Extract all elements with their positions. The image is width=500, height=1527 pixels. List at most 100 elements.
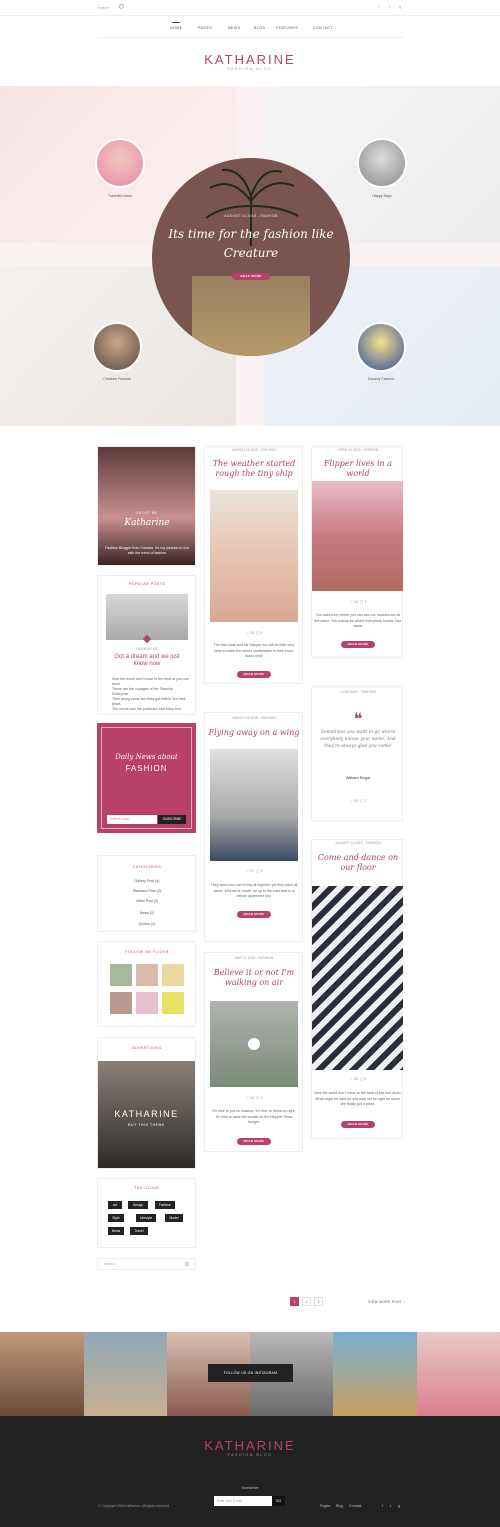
hero-thumb-image[interactable]: [357, 138, 407, 188]
facebook-icon[interactable]: f: [382, 1504, 383, 1508]
post-title[interactable]: Believe it or not I'm walking on air: [208, 968, 300, 988]
footer: KATHARINE FASHION BLOG © Copyright 2016 …: [0, 1416, 500, 1527]
nav-features[interactable]: FEATURES: [276, 26, 298, 30]
hero-thumb-caption[interactable]: Travelled down: [90, 194, 150, 198]
category-link[interactable]: Gallery Post (4): [98, 879, 196, 883]
footer-email-input[interactable]: Enter Your E-mail: [214, 1496, 272, 1506]
widget-title: CATEGORIES: [132, 865, 162, 869]
category-link[interactable]: Quotes (2): [98, 922, 196, 926]
tag-link[interactable]: Model: [165, 1214, 183, 1222]
nav-blog[interactable]: BLOG: [254, 26, 266, 30]
nav-news[interactable]: NEWS: [228, 26, 240, 30]
tag-link[interactable]: Travel: [130, 1227, 148, 1235]
view-more-link[interactable]: VIEW MORE POST ›: [368, 1300, 405, 1304]
ad-banner[interactable]: KATHARINE BUY THIS THEME: [98, 1061, 195, 1168]
hero-thumb-caption[interactable]: Creators Fashion: [87, 377, 147, 381]
post-title[interactable]: Flying away on a wing: [208, 728, 300, 738]
search-icon[interactable]: [119, 4, 124, 9]
quote-icon: ❝: [353, 709, 363, 728]
instagram-photo[interactable]: [417, 1332, 500, 1416]
footer-link-blog[interactable]: Blog: [336, 1504, 343, 1508]
hero-thumb-image[interactable]: [95, 138, 145, 188]
footer-logo-text-1: KAT: [204, 1438, 235, 1453]
about-me-widget: ABOUT ME Katharine Fashion Blogger from …: [97, 446, 196, 566]
read-more-button[interactable]: READ MORE: [341, 641, 375, 648]
post-excerpt: You wanna be where you can see our troub…: [314, 613, 402, 628]
footer-logo[interactable]: KATHARINE: [0, 1438, 500, 1453]
read-more-button[interactable]: READ MORE: [237, 911, 271, 918]
post-title[interactable]: Flipper lives in a world: [312, 459, 404, 479]
main-nav: HOME PAGES NEWS BLOG FEATURES CONTACT: [0, 26, 500, 34]
popular-post-image[interactable]: [106, 594, 188, 640]
tag-link[interactable]: Style: [108, 1214, 124, 1222]
hero-read-more-button[interactable]: READ MORE: [232, 273, 270, 280]
post-title[interactable]: Come and dance on our floor: [312, 853, 404, 873]
hero-featured-post[interactable]: AUGUST 14 2015 - FASHION Its time for th…: [152, 158, 350, 356]
popular-post-title[interactable]: Got a dream and we just know now: [108, 654, 186, 668]
popular-list-item[interactable]: These are the voyages of the Starship En…: [112, 687, 190, 697]
post-title[interactable]: The weather started rough the tiny ship: [208, 459, 300, 479]
facebook-icon[interactable]: f: [378, 4, 379, 9]
logo-text-1: KAT: [204, 52, 235, 67]
post-image[interactable]: [210, 490, 298, 622]
flickr-photo[interactable]: [162, 964, 184, 986]
newsletter-email-input[interactable]: Enter E-mail: [107, 815, 157, 824]
comment-count: 0: [364, 1077, 367, 1081]
google-plus-icon[interactable]: g: [398, 1504, 400, 1508]
category-link[interactable]: Video Post (2): [98, 899, 196, 903]
twitter-icon[interactable]: t: [389, 4, 390, 9]
site-logo[interactable]: KATHARINE: [0, 52, 500, 67]
instagram-photo[interactable]: [333, 1332, 417, 1416]
flickr-photo[interactable]: [136, 992, 158, 1014]
read-more-button[interactable]: READ MORE: [341, 1121, 375, 1128]
popular-list-item[interactable]: Then along come two they got nothin' but…: [112, 697, 190, 707]
subscribe-button[interactable]: SUBSCRIBE: [158, 815, 186, 824]
category-link[interactable]: Standard Post (2): [98, 889, 196, 893]
flickr-photo[interactable]: [136, 964, 158, 986]
tag-link[interactable]: News: [108, 1227, 124, 1235]
page-3-button[interactable]: 3: [314, 1297, 323, 1306]
footer-go-button[interactable]: GO: [272, 1496, 285, 1506]
category-link[interactable]: News (2): [98, 911, 196, 915]
page-2-button[interactable]: 2: [302, 1297, 311, 1306]
page-1-button[interactable]: 1: [290, 1297, 299, 1306]
play-icon[interactable]: [248, 1038, 260, 1050]
tag-link[interactable]: Lifestyle: [136, 1214, 156, 1222]
tag-link[interactable]: Fashion: [155, 1201, 175, 1209]
read-more-button[interactable]: READ MORE: [237, 671, 271, 678]
flickr-photo[interactable]: [162, 992, 184, 1014]
post-image[interactable]: [312, 886, 403, 1070]
instagram-photo[interactable]: [0, 1332, 84, 1416]
popular-list-item[interactable]: Now the world don't move to the beat of …: [112, 677, 190, 687]
top-search-input[interactable]: Search: [97, 5, 110, 10]
popular-list-item[interactable]: The movie star the professor and Mary An…: [112, 707, 190, 712]
ad-logo: KATHARINE: [114, 1109, 179, 1119]
post-video-thumbnail[interactable]: [210, 1001, 298, 1087]
read-more-button[interactable]: READ MORE: [237, 1138, 271, 1145]
tag-link[interactable]: Design: [128, 1201, 148, 1209]
nav-home[interactable]: HOME: [170, 26, 182, 30]
site-tagline: FASHION BLOG: [227, 67, 273, 71]
post-counts: ♡ 15 ▢ 0: [208, 1096, 300, 1100]
search-icon[interactable]: [185, 1262, 189, 1266]
google-plus-icon[interactable]: g: [399, 4, 401, 9]
footer-link-pages[interactable]: Pages: [320, 1504, 330, 1508]
nav-contact[interactable]: CONTACT: [313, 26, 333, 30]
flickr-photo[interactable]: [110, 964, 132, 986]
hero-post-title[interactable]: Its time for the fashion like Creature: [162, 225, 340, 263]
sidebar-search[interactable]: Search: [97, 1258, 196, 1270]
post-image[interactable]: [312, 481, 403, 591]
tag-link[interactable]: Art: [108, 1201, 122, 1209]
hero-thumb-caption[interactable]: Dummy Fashion: [351, 377, 411, 381]
hero-thumb-image[interactable]: [356, 322, 406, 372]
nav-pages[interactable]: PAGES: [198, 26, 212, 30]
instagram-follow-button[interactable]: FOLLOW US ON INSTAGRAM: [208, 1364, 293, 1382]
footer-link-contact[interactable]: Contact: [349, 1504, 361, 1508]
twitter-icon[interactable]: t: [390, 1504, 391, 1508]
instagram-photo[interactable]: [84, 1332, 167, 1416]
post-image[interactable]: [210, 749, 298, 861]
hero-thumb-caption[interactable]: Happy Days: [352, 194, 412, 198]
sidebar-search-input[interactable]: Search: [104, 1262, 115, 1266]
hero-thumb-image[interactable]: [92, 322, 142, 372]
flickr-photo[interactable]: [110, 992, 132, 1014]
